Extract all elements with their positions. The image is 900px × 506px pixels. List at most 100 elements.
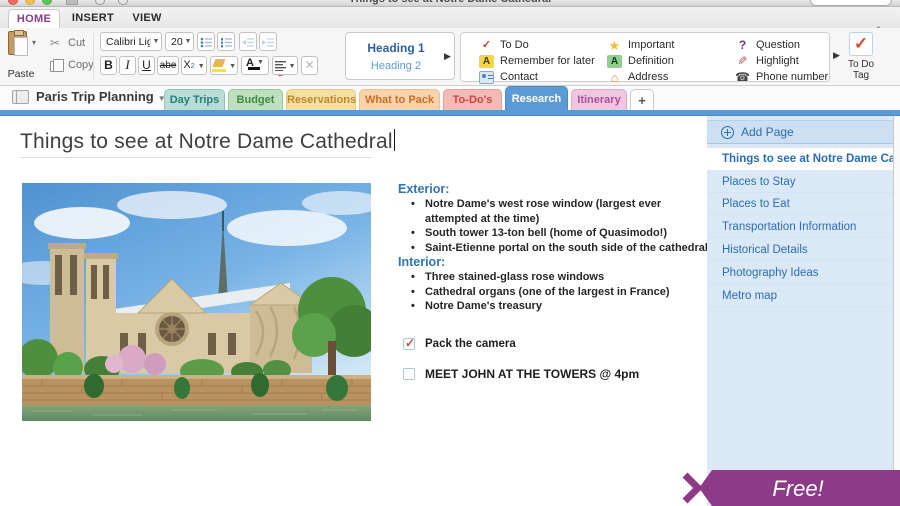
tab-home[interactable]: HOME (8, 9, 60, 28)
tags-more-arrow-icon[interactable]: ▶ (833, 50, 840, 61)
section-tab-itinerary[interactable]: Itinerary (571, 89, 627, 110)
page-item-historical-details[interactable]: Historical Details (707, 239, 893, 261)
font-size-select[interactable]: 20▼ (165, 32, 194, 51)
list-item[interactable]: Saint-Etienne portal on the south side o… (398, 241, 710, 256)
banner-chevron-icon (685, 475, 698, 501)
tag-todo[interactable]: ✓To Do (479, 37, 529, 53)
strikethrough-button[interactable]: abe (157, 56, 179, 75)
section-tab-research[interactable]: Research (505, 86, 568, 110)
list-item[interactable]: South tower 13-ton bell (home of Quasimo… (398, 226, 710, 241)
unchecked-checkbox[interactable] (403, 368, 415, 380)
free-banner: Free! (680, 468, 900, 506)
interior-heading[interactable]: Interior: (398, 255, 710, 270)
close-window-button[interactable] (8, 0, 18, 5)
ribbon-tab-bar: HOME INSERT VIEW (0, 7, 900, 28)
delete-button[interactable]: ✕ (301, 56, 318, 75)
section-tab-todos[interactable]: To-Do's (443, 89, 502, 110)
x-icon: ✕ (304, 58, 314, 72)
todo-check-icon: ✓ (479, 39, 494, 52)
note-text-block[interactable]: Exterior: Notre Dame's west rose window … (398, 182, 710, 314)
banner-label: Free! (772, 476, 823, 501)
numbered-list-icon (220, 37, 232, 48)
tab-view[interactable]: VIEW (126, 9, 168, 28)
exterior-list: Notre Dame's west rose window (largest e… (398, 197, 710, 255)
add-section-button[interactable]: + (630, 89, 654, 110)
tag-phone[interactable]: ☎Phone number (735, 69, 828, 85)
onenote-window: Things to see at Notre Dame Cathedral Se… (0, 0, 900, 506)
tag-highlight[interactable]: ✎Highlight (735, 53, 799, 69)
section-tab-day-trips[interactable]: Day Trips (164, 89, 225, 110)
section-tab-what-to-pack[interactable]: What to Pack (359, 89, 440, 110)
highlight-color-button[interactable]: ▼ (210, 56, 238, 75)
copy-icon (50, 61, 59, 72)
add-page-button[interactable]: Add Page (707, 120, 893, 144)
indent-button[interactable] (259, 32, 277, 51)
paste-dropdown-arrow-icon[interactable]: ▾ (32, 38, 36, 47)
list-item[interactable]: Notre Dame's treasury (398, 299, 710, 314)
yellow-a-icon: A (479, 55, 494, 68)
title-underline (20, 157, 372, 158)
phone-icon: ☎ (735, 71, 750, 84)
font-color-button[interactable]: A ▼ (241, 56, 269, 75)
list-item[interactable]: Cathedral organs (one of the largest in … (398, 285, 710, 300)
window-titlebar: Things to see at Notre Dame Cathedral Se… (0, 0, 900, 7)
todo-item-meet-john: MEET JOHN AT THE TOWERS @ 4pm (403, 367, 639, 381)
tag-important[interactable]: ★Important (607, 37, 674, 53)
style-heading1[interactable]: Heading 1 (346, 41, 446, 55)
page-item-metro-map[interactable]: Metro map (707, 285, 893, 307)
section-tab-reservations[interactable]: Reservations (286, 89, 356, 110)
todo-tag-check-icon: ✓ (849, 32, 873, 56)
zoom-window-button[interactable] (42, 0, 52, 5)
page-item-places-to-eat[interactable]: Places to Eat (707, 193, 893, 215)
bullet-list-button[interactable] (197, 32, 215, 51)
chevron-down-icon: ▼ (257, 59, 264, 66)
tags-gallery: ✓To Do ARemember for later Contact ★Impo… (460, 32, 830, 82)
highlighter-icon (212, 59, 226, 72)
tag-question[interactable]: ?Question (735, 37, 800, 53)
tag-contact[interactable]: Contact (479, 69, 538, 85)
tag-address[interactable]: ⌂Address (607, 69, 668, 85)
page-title[interactable]: Things to see at Notre Dame Cathedral (20, 129, 395, 154)
tab-insert[interactable]: INSERT (66, 9, 120, 28)
checked-checkbox[interactable] (403, 338, 415, 350)
outdent-button[interactable] (239, 32, 257, 51)
page-item-transportation[interactable]: Transportation Information (707, 216, 893, 238)
numbered-list-button[interactable] (217, 32, 235, 51)
todo-tag-button[interactable]: ✓ To DoTag (841, 32, 881, 82)
tag-definition[interactable]: ADefinition (607, 53, 674, 69)
exterior-heading[interactable]: Exterior: (398, 182, 710, 197)
list-item[interactable]: Notre Dame's west rose window (largest e… (398, 197, 710, 226)
page-item-photography-ideas[interactable]: Photography Ideas (707, 262, 893, 284)
tag-remember[interactable]: ARemember for later (479, 53, 595, 69)
bold-button[interactable]: B (100, 56, 117, 75)
section-tab-budget[interactable]: Budget (228, 89, 283, 110)
outdent-icon (242, 37, 254, 48)
chevron-down-icon: ▼ (198, 63, 205, 70)
list-item[interactable]: Three stained-glass rose windows (398, 270, 710, 285)
contact-card-icon (479, 71, 494, 84)
italic-button[interactable]: I (119, 56, 136, 75)
toolbar-icon[interactable] (66, 0, 78, 5)
notre-dame-photo[interactable] (22, 183, 371, 421)
subscript-button[interactable]: X2 ▼ (181, 56, 207, 75)
page-item-places-to-stay[interactable]: Places to Stay (707, 171, 893, 193)
alignment-button[interactable]: ▼ (272, 56, 298, 75)
page-canvas[interactable]: Things to see at Notre Dame Cathedral (0, 116, 707, 506)
plus-circle-icon (721, 126, 734, 139)
underline-button[interactable]: U (138, 56, 155, 75)
interior-list: Three stained-glass rose windows Cathedr… (398, 270, 710, 314)
notebook-selector[interactable]: Paris Trip Planning▼ (36, 89, 166, 104)
page-item-current[interactable]: Things to see at Notre Dame Cath… (707, 148, 893, 170)
minimize-window-button[interactable] (25, 0, 35, 5)
gallery-more-arrow-icon[interactable]: ▶ (444, 51, 451, 62)
font-name-select[interactable]: Calibri Light▼ (100, 32, 162, 51)
group-divider (93, 33, 94, 79)
search-input[interactable]: Search in Notebooks (810, 0, 892, 6)
back-icon[interactable] (95, 0, 105, 5)
green-a-icon: A (607, 55, 622, 68)
align-icon (275, 61, 286, 71)
forward-icon[interactable] (118, 0, 128, 5)
styles-gallery: Heading 1 Heading 2 ▶ (345, 32, 455, 80)
chevron-down-icon: ▼ (229, 63, 236, 70)
style-heading2[interactable]: Heading 2 (346, 60, 446, 72)
